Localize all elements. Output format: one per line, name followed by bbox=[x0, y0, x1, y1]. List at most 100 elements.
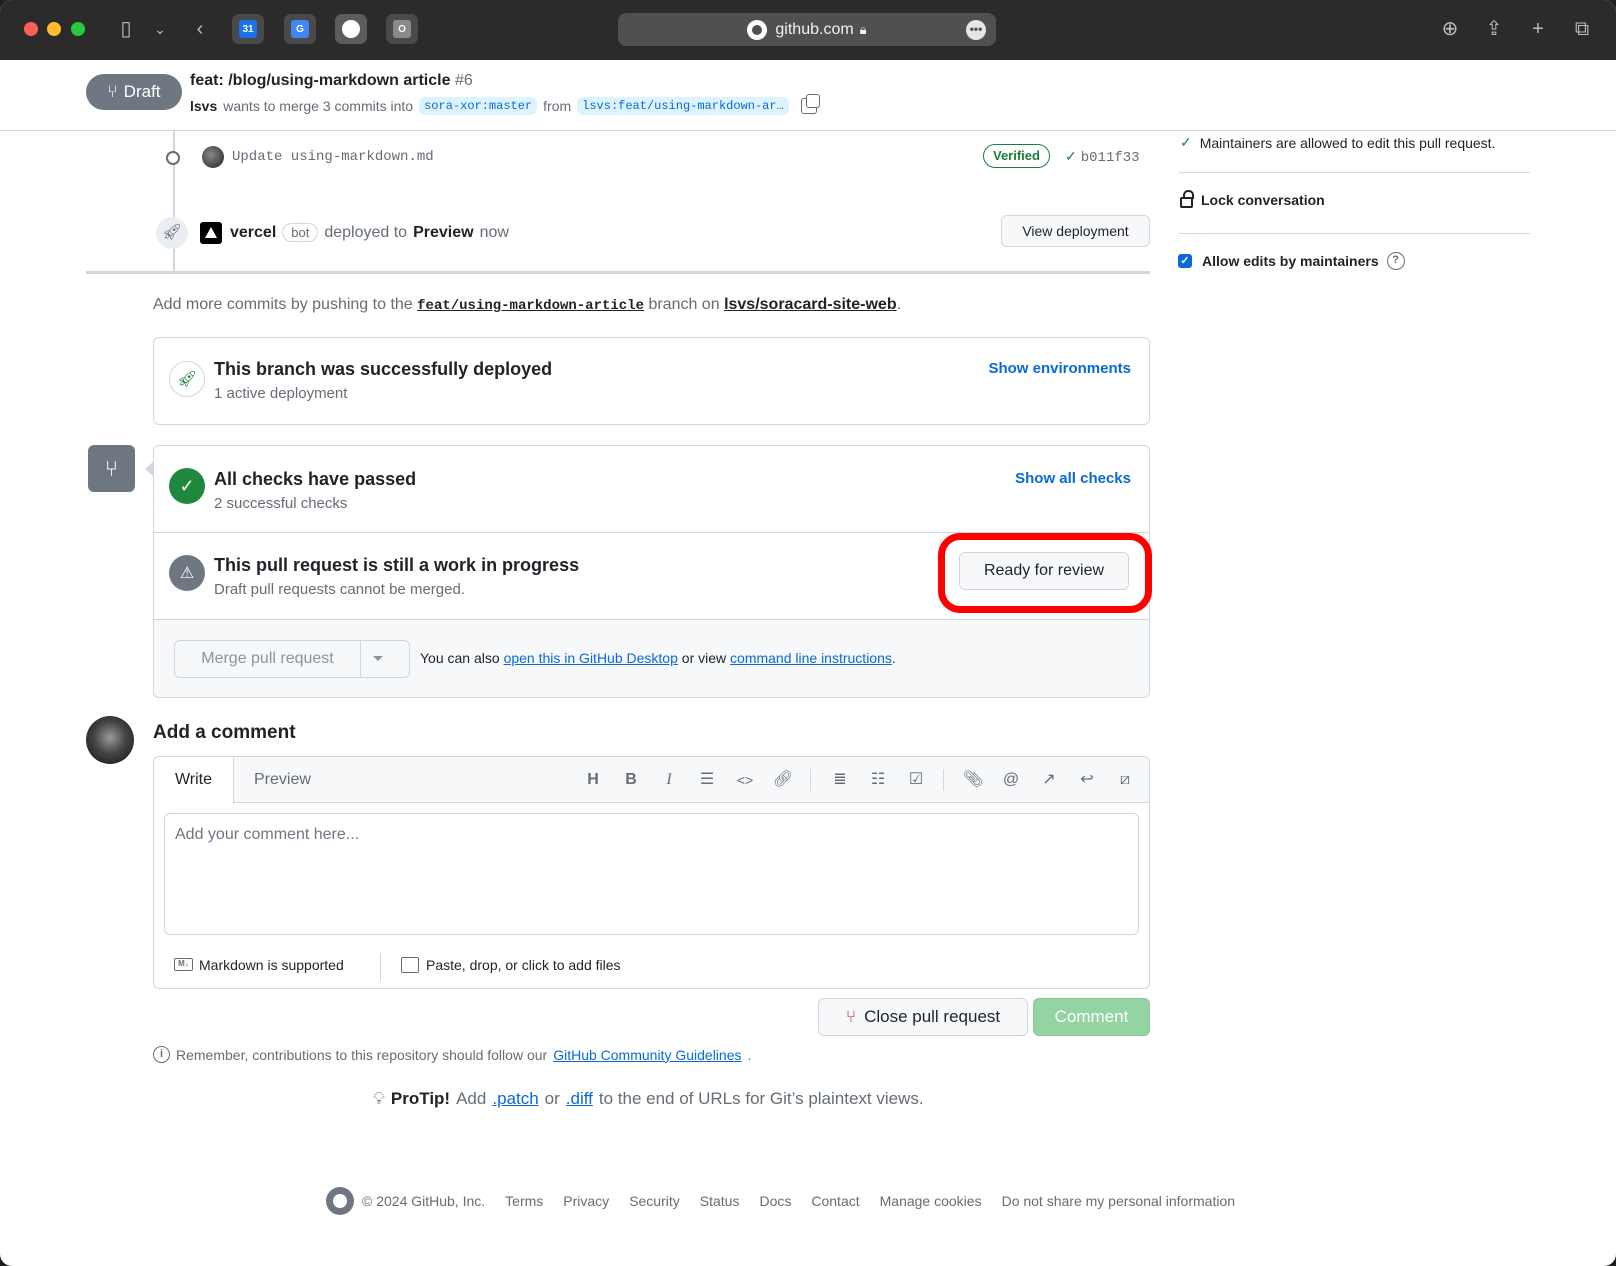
allow-edits-label[interactable]: Allow edits by maintainers bbox=[1202, 253, 1379, 269]
show-environments-link[interactable]: Show environments bbox=[988, 360, 1131, 377]
question-icon[interactable]: ? bbox=[1386, 252, 1405, 270]
draft-state-label: Draft bbox=[123, 82, 161, 101]
git-commit-icon bbox=[166, 151, 180, 165]
diff-link[interactable]: .diff bbox=[566, 1089, 593, 1109]
allow-edits-checkbox[interactable]: ✓ bbox=[1178, 254, 1192, 268]
community-guidelines-link[interactable]: GitHub Community Guidelines bbox=[553, 1047, 741, 1063]
cross-reference-icon[interactable]: ↗ bbox=[1038, 769, 1060, 791]
add-commits-suffix: . bbox=[896, 296, 902, 313]
footer-link-security[interactable]: Security bbox=[629, 1193, 680, 1209]
tab-other[interactable]: O bbox=[386, 14, 418, 44]
new-tab-icon[interactable]: + bbox=[1524, 16, 1552, 42]
check-circle-icon: ✓ bbox=[169, 468, 205, 504]
more-icon[interactable]: ••• bbox=[966, 20, 986, 40]
github-desktop-link[interactable]: open this in GitHub Desktop bbox=[504, 650, 678, 666]
attach-files-button[interactable]: Paste, drop, or click to add files bbox=[426, 957, 621, 973]
remember-text: Remember, contributions to this reposito… bbox=[176, 1046, 548, 1063]
minimize-window-button[interactable] bbox=[47, 22, 61, 36]
sidebar-toggle-icon[interactable]: ▯ bbox=[112, 16, 140, 42]
pr-author-link[interactable]: lsvs bbox=[190, 98, 217, 114]
command-line-link[interactable]: command line instructions bbox=[730, 650, 892, 666]
footer-link-contact[interactable]: Contact bbox=[811, 1193, 859, 1209]
checks-section: ✓ All checks have passed 2 successful ch… bbox=[154, 446, 1149, 533]
tab-write[interactable]: Write bbox=[154, 757, 234, 804]
deploy-text: deployed to bbox=[324, 223, 408, 241]
back-icon[interactable]: ‹ bbox=[186, 16, 214, 42]
paperclip-icon[interactable]: 📎︎ bbox=[962, 769, 984, 791]
comment-toolbar: Write Preview H B I ☰ <> 🔗︎ ≣ ☷ ☑ 📎︎ @ ↗… bbox=[154, 757, 1149, 804]
footer-link-do-not-share[interactable]: Do not share my personal information bbox=[1002, 1193, 1235, 1209]
translate-icon: G bbox=[291, 20, 309, 38]
vercel-avatar[interactable] bbox=[200, 222, 222, 244]
tab-translate[interactable]: G bbox=[284, 14, 316, 44]
sidebar-divider bbox=[1179, 172, 1530, 173]
alert-icon: ⚠︎ bbox=[169, 555, 205, 591]
markdown-icon: M↓ bbox=[174, 958, 193, 971]
head-branch[interactable]: lsvs:feat/using-markdown-ar… bbox=[577, 97, 789, 115]
mention-icon[interactable]: @ bbox=[1000, 769, 1022, 791]
share-icon[interactable]: ⇪ bbox=[1480, 16, 1508, 42]
triangle-down-icon[interactable] bbox=[373, 656, 383, 661]
merge-note: You can also open this in GitHub Desktop… bbox=[420, 650, 896, 666]
bold-icon[interactable]: B bbox=[620, 769, 642, 791]
show-all-checks-link[interactable]: Show all checks bbox=[1015, 470, 1131, 487]
verified-badge[interactable]: Verified bbox=[983, 144, 1050, 168]
lock-conversation-button[interactable]: Lock conversation bbox=[1180, 190, 1325, 208]
deploy-actor-link[interactable]: vercel bbox=[230, 224, 276, 242]
merge-text: wants to merge 3 commits into bbox=[223, 98, 414, 114]
slash-commands-icon[interactable]: ⧄ bbox=[1114, 769, 1136, 791]
numbered-list-icon[interactable]: ≣ bbox=[829, 769, 851, 791]
address-bar[interactable]: github.com 🔒︎ ••• bbox=[618, 13, 996, 46]
link-icon[interactable]: 🔗︎ bbox=[772, 769, 794, 791]
tab-github[interactable] bbox=[335, 14, 367, 44]
lock-conversation-label: Lock conversation bbox=[1201, 191, 1325, 208]
footer-link-docs[interactable]: Docs bbox=[759, 1193, 791, 1209]
close-pull-request-button[interactable]: ⑂ Close pull request bbox=[818, 998, 1028, 1036]
close-window-button[interactable] bbox=[24, 22, 38, 36]
reply-icon[interactable]: ↩ bbox=[1076, 769, 1098, 791]
protip-text1: Add bbox=[456, 1089, 487, 1108]
address-url: github.com bbox=[775, 20, 854, 38]
highlight-annotation bbox=[938, 533, 1152, 613]
footer-link-terms[interactable]: Terms bbox=[505, 1193, 543, 1209]
tab-overview-icon[interactable]: ⧉ bbox=[1568, 16, 1596, 42]
pr-sticky-header: ⑂ Draft feat: /blog/using-markdown artic… bbox=[0, 60, 1616, 131]
rocket-icon: 🚀︎ bbox=[169, 361, 205, 397]
zoom-window-button[interactable] bbox=[71, 22, 85, 36]
rocket-icon: 🚀︎ bbox=[156, 217, 188, 249]
comment-textarea[interactable]: Add your comment here... bbox=[164, 813, 1139, 935]
copy-icon[interactable] bbox=[800, 94, 820, 114]
download-icon[interactable]: ⊕ bbox=[1436, 16, 1464, 42]
avatar[interactable] bbox=[86, 716, 134, 764]
footer-link-manage-cookies[interactable]: Manage cookies bbox=[880, 1193, 982, 1209]
footer-link-status[interactable]: Status bbox=[700, 1193, 740, 1209]
protip-label: ProTip! bbox=[390, 1089, 451, 1108]
heading-icon[interactable]: H bbox=[582, 769, 604, 791]
checks-title: All checks have passed bbox=[214, 469, 417, 489]
git-merge-icon: ⑂ bbox=[88, 445, 135, 492]
chevron-down-icon[interactable]: ⌄ bbox=[146, 16, 174, 42]
merge-pull-request-button[interactable]: Merge pull request bbox=[174, 640, 410, 678]
view-deployment-button[interactable]: View deployment bbox=[1001, 215, 1150, 247]
commit-message-link[interactable]: Update using-markdown.md bbox=[232, 149, 434, 165]
tab-calendar[interactable]: 31 bbox=[232, 14, 264, 44]
tab-preview[interactable]: Preview bbox=[254, 757, 311, 803]
patch-link[interactable]: .patch bbox=[492, 1089, 538, 1109]
repo-link[interactable]: lsvs/soracard-site-web bbox=[724, 296, 897, 313]
commit-sha[interactable]: ✓ b011f33 bbox=[1065, 148, 1140, 166]
quote-icon[interactable]: ☰ bbox=[696, 769, 718, 791]
github-logo-icon[interactable] bbox=[326, 1187, 354, 1215]
base-branch[interactable]: sora-xor:master bbox=[419, 97, 538, 115]
allow-edits-row: ✓ Allow edits by maintainers ? bbox=[1178, 252, 1405, 270]
head-branch-link[interactable]: feat/using-markdown-article bbox=[417, 298, 644, 314]
markdown-supported-link[interactable]: Markdown is supported bbox=[199, 957, 344, 973]
task-list-icon[interactable]: ☑ bbox=[905, 769, 927, 791]
italic-icon[interactable]: I bbox=[658, 769, 680, 791]
unordered-list-icon[interactable]: ☷ bbox=[867, 769, 889, 791]
footer-link-privacy[interactable]: Privacy bbox=[563, 1193, 609, 1209]
comment-button[interactable]: Comment bbox=[1033, 998, 1150, 1036]
avatar[interactable] bbox=[202, 146, 224, 168]
code-icon[interactable]: <> bbox=[734, 769, 756, 791]
check-icon: ✓ bbox=[1065, 148, 1077, 164]
deploy-environment: Preview bbox=[413, 223, 474, 241]
